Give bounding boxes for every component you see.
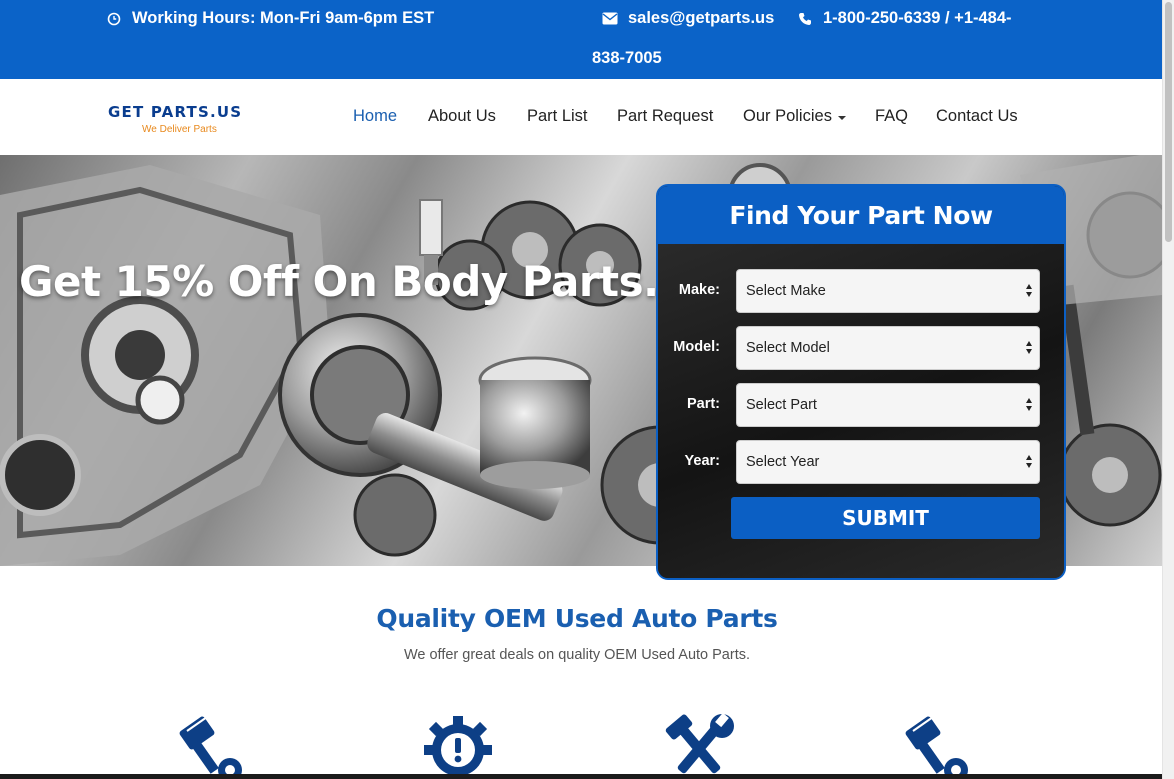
find-part-body: Make: Select Make Model: Select Model Pa…: [658, 244, 1064, 578]
logo-wordmark: GET PARTS.US: [108, 103, 243, 121]
year-select-value: Select Year: [746, 454, 820, 470]
tools-icon: [665, 712, 734, 774]
nav-home-label: Home: [353, 107, 398, 125]
phone-link[interactable]: 1-800-250-6339 / +1-484-: [797, 9, 1012, 28]
email-link[interactable]: sales@getparts.us: [602, 9, 774, 28]
model-select-value: Select Model: [746, 340, 830, 356]
phone-text-continued: 838-7005: [592, 49, 662, 67]
year-label: Year:: [684, 453, 720, 469]
nav-about-us[interactable]: About Us: [428, 107, 496, 126]
phone-continued: 838-7005: [592, 49, 662, 68]
top-info-bar: Working Hours: Mon-Fri 9am-6pm EST sales…: [0, 0, 1162, 79]
select-arrows-icon: [1026, 398, 1034, 412]
nav-our-policies[interactable]: Our Policies: [743, 107, 846, 126]
site-logo[interactable]: GET PARTS.US We Deliver Parts: [108, 103, 258, 139]
nav-part-request-label: Part Request: [617, 107, 714, 125]
page-bottom-edge: [0, 774, 1162, 779]
part-label: Part:: [686, 396, 720, 412]
nav-part-request[interactable]: Part Request: [617, 107, 713, 126]
select-arrows-icon: [1026, 455, 1034, 469]
select-arrows-icon: [1026, 284, 1034, 298]
envelope-icon: [602, 11, 618, 27]
working-hours-text: Working Hours: Mon-Fri 9am-6pm EST: [132, 9, 435, 27]
make-label: Make:: [678, 282, 720, 298]
email-text: sales@getparts.us: [628, 9, 775, 27]
part-row: Part: Select Part: [658, 383, 1064, 427]
nav-about-us-label: About Us: [428, 107, 496, 125]
select-arrows-icon: [1026, 341, 1034, 355]
nav-contact-us[interactable]: Contact Us: [936, 107, 1018, 126]
working-hours: Working Hours: Mon-Fri 9am-6pm EST: [106, 9, 434, 28]
nav-contact-us-label: Contact Us: [936, 107, 1018, 125]
year-select[interactable]: Select Year: [736, 440, 1040, 484]
nav-home[interactable]: Home: [353, 107, 397, 126]
find-part-title: Find Your Part Now: [658, 186, 1064, 244]
nav-faq-label: FAQ: [875, 107, 909, 125]
nav-faq[interactable]: FAQ: [875, 107, 908, 126]
make-select[interactable]: Select Make: [736, 269, 1040, 313]
find-part-form: Find Your Part Now Make: Select Make Mod…: [656, 184, 1066, 580]
nav-our-policies-label: Our Policies: [743, 107, 832, 125]
page-scrollbar[interactable]: [1162, 0, 1174, 779]
model-select[interactable]: Select Model: [736, 326, 1040, 370]
year-row: Year: Select Year: [658, 440, 1064, 484]
section-title: Quality OEM Used Auto Parts: [376, 604, 778, 633]
make-row: Make: Select Make: [658, 269, 1064, 313]
make-select-value: Select Make: [746, 283, 826, 299]
nav-part-list[interactable]: Part List: [527, 107, 588, 126]
nav-part-list-label: Part List: [527, 107, 588, 125]
part-select[interactable]: Select Part: [736, 383, 1040, 427]
piston-icon: [905, 712, 968, 779]
scrollbar-thumb[interactable]: [1165, 2, 1172, 242]
phone-text: 1-800-250-6339 / +1-484-: [823, 9, 1012, 27]
logo-tagline: We Deliver Parts: [142, 124, 217, 135]
main-navbar: GET PARTS.US We Deliver Parts Home About…: [0, 79, 1162, 155]
hero-headline: Get 15% Off On Body Parts.: [19, 257, 659, 306]
caret-down-icon: [837, 115, 846, 120]
section-subtitle: We offer great deals on quality OEM Used…: [403, 647, 751, 663]
part-select-value: Select Part: [746, 397, 817, 413]
clock-icon: [106, 11, 122, 27]
model-label: Model:: [673, 339, 720, 355]
submit-button[interactable]: SUBMIT: [731, 497, 1040, 539]
piston-icon: [179, 712, 242, 779]
gear-warning-icon: [424, 716, 492, 779]
model-row: Model: Select Model: [658, 326, 1064, 370]
phone-icon: [797, 11, 813, 27]
